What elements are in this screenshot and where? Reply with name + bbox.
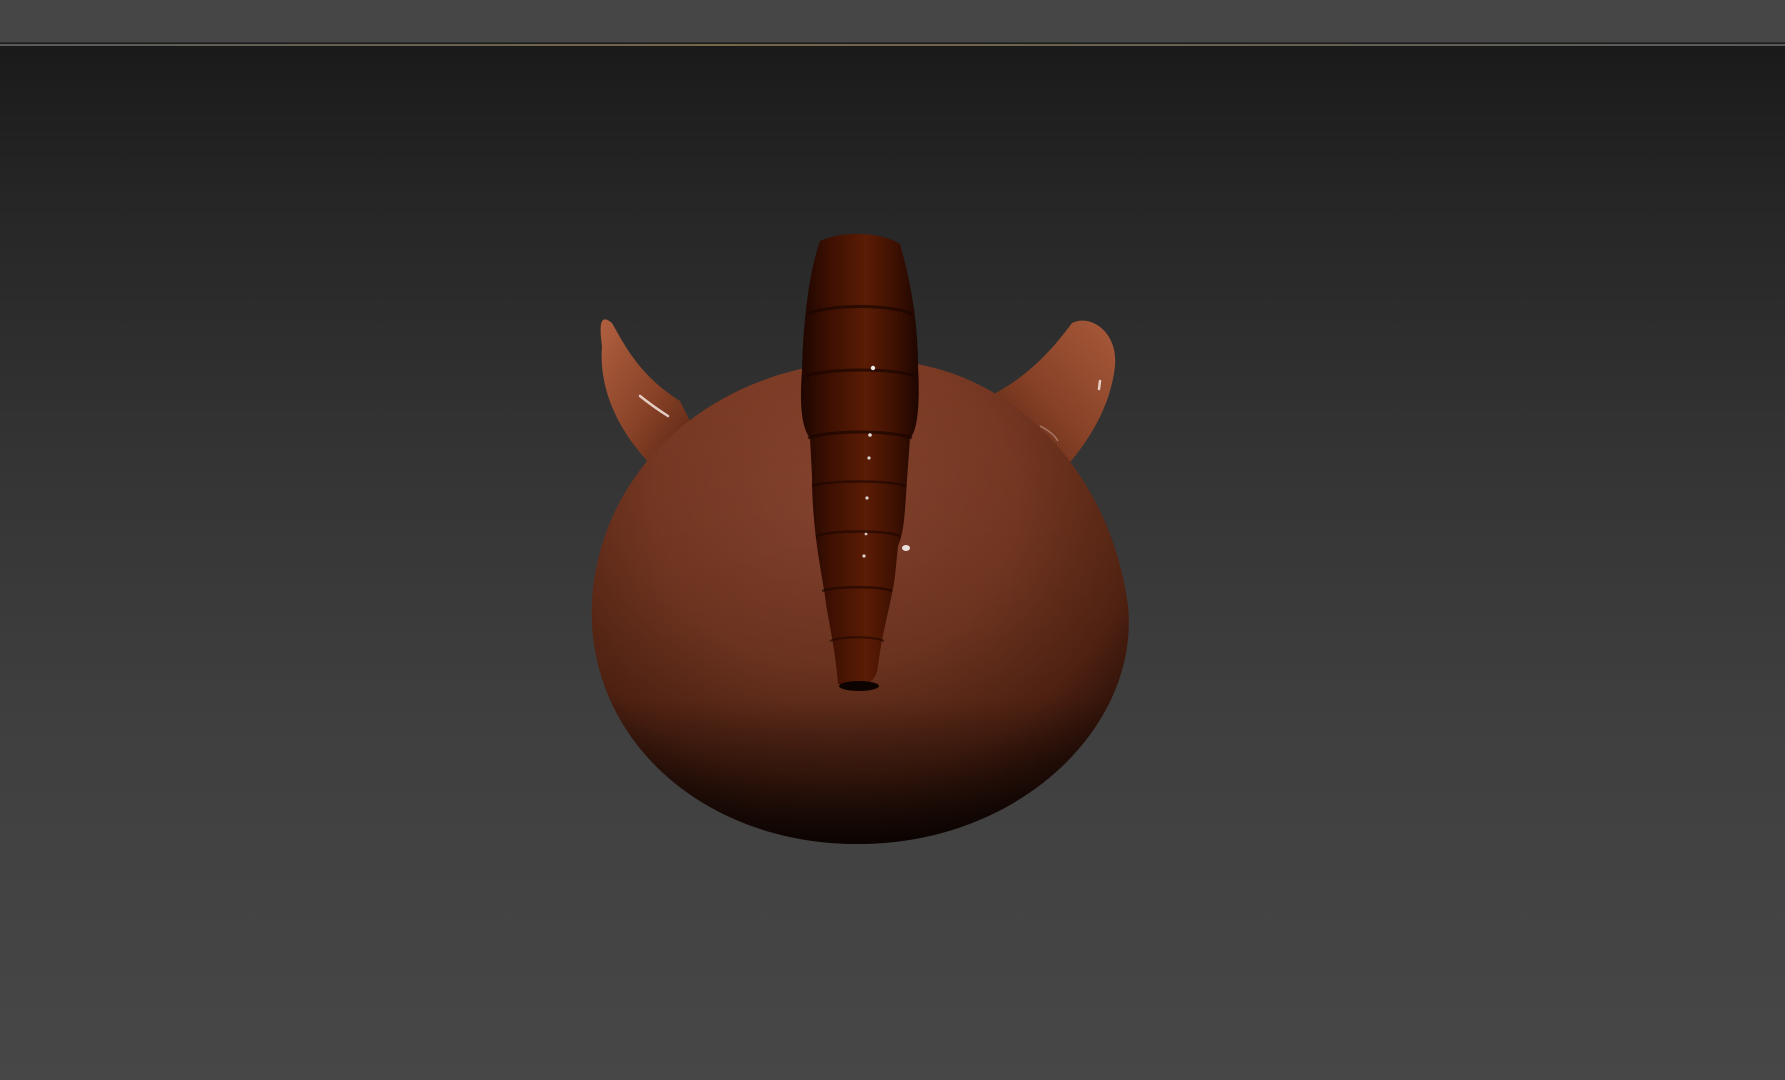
viewport-render bbox=[591, 233, 1129, 844]
3d-viewport[interactable] bbox=[0, 46, 1785, 1080]
app-window bbox=[0, 0, 1785, 1080]
title-bar bbox=[0, 0, 1785, 43]
